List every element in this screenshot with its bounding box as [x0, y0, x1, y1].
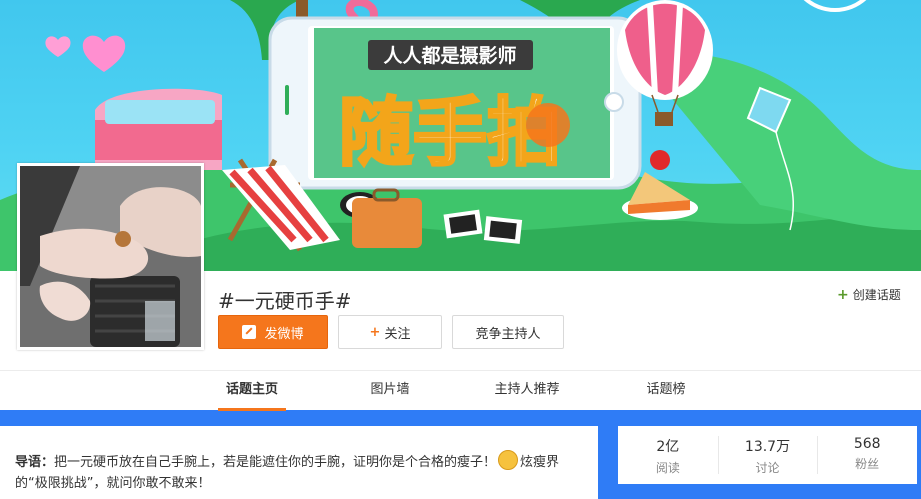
tab-image-wall[interactable]: 图片墙	[360, 371, 420, 411]
intro-lead: 导语：	[15, 455, 55, 470]
tab-topic-ranking[interactable]: 话题榜	[636, 371, 696, 411]
stat-label: 阅读	[655, 461, 680, 475]
compete-host-button[interactable]: 竞争主持人	[452, 315, 564, 349]
post-weibo-label: 发微博	[264, 326, 304, 342]
topic-stats: 2亿 阅读 13.7万 讨论 568 粉丝	[618, 426, 917, 484]
stat-reads: 2亿 阅读	[618, 426, 718, 484]
topic-title: #一元硬币手#	[218, 289, 352, 313]
tab-host-recommend[interactable]: 主持人推荐	[487, 371, 567, 411]
topic-avatar[interactable]	[17, 163, 204, 350]
compete-host-label: 竞争主持人	[475, 326, 541, 342]
stat-discussions: 13.7万 讨论	[717, 426, 818, 484]
intro-text: 把一元硬币放在自己手腕上，若是能遮住你的手腕，证明你是个合格的瘦子！	[54, 455, 497, 470]
post-weibo-button[interactable]: 发微博	[218, 315, 328, 349]
topic-tab-bar: 话题主页 图片墙 主持人推荐 话题榜	[0, 370, 921, 411]
follow-button[interactable]: + 关注	[338, 315, 442, 349]
banner-headline: 人人都是摄影师	[383, 44, 516, 67]
topic-avatar-photo	[20, 166, 201, 347]
create-topic-label: 创建话题	[852, 288, 901, 302]
tab-topic-home[interactable]: 话题主页	[218, 371, 286, 411]
create-topic-link[interactable]: + 创建话题	[837, 286, 901, 303]
emoji-icon	[498, 450, 519, 470]
plus-icon: +	[837, 287, 849, 303]
stat-label: 讨论	[755, 461, 780, 475]
stat-value: 2亿	[656, 439, 680, 455]
plus-icon: +	[369, 324, 381, 340]
edit-icon	[242, 325, 257, 339]
stat-value: 13.7万	[744, 439, 791, 455]
follow-label: 关注	[384, 326, 411, 342]
stat-value: 568	[853, 436, 881, 452]
stat-fans: 568 粉丝	[817, 426, 917, 484]
topic-intro: 导语：把一元硬币放在自己手腕上，若是能遮住你的手腕，证明你是个合格的瘦子！ 炫瘦界…	[0, 426, 598, 499]
stat-label: 粉丝	[855, 457, 880, 471]
